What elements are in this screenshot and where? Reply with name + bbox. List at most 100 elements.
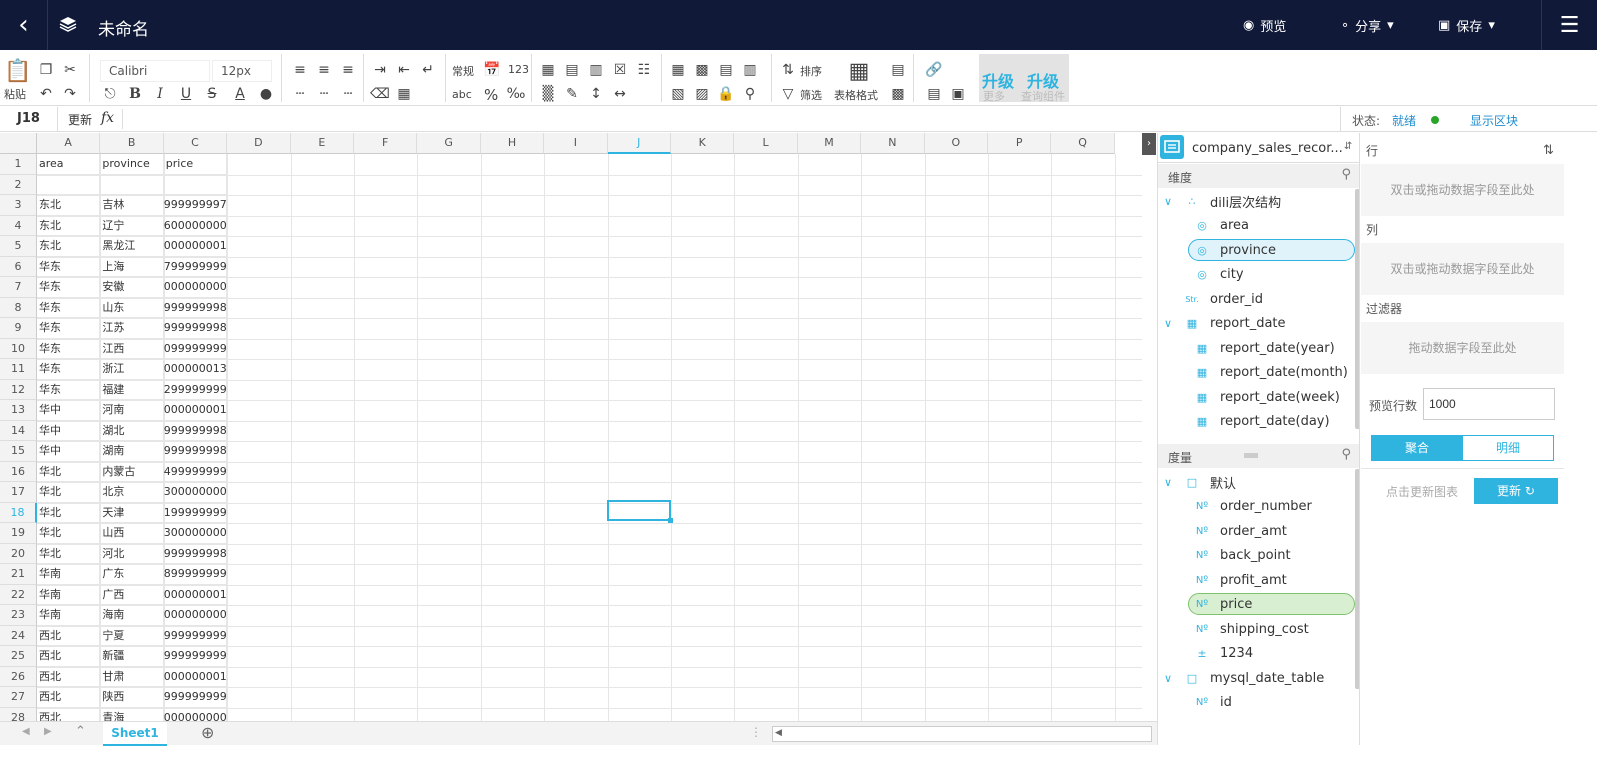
table-cell[interactable]: 福建 bbox=[100, 379, 164, 400]
table-cell[interactable]: 海南 bbox=[100, 605, 164, 626]
table-cell[interactable]: 华东 bbox=[37, 379, 101, 400]
row-header[interactable]: 17 bbox=[0, 482, 37, 503]
column-header[interactable]: I bbox=[544, 133, 608, 154]
field-item[interactable]: ∨ □ 默认 bbox=[1164, 471, 1236, 493]
table-cell[interactable]: 0000000018 bbox=[163, 584, 228, 605]
table-cell[interactable]: 东北 bbox=[37, 236, 101, 257]
cond-format-icon[interactable]: ▩ bbox=[888, 84, 908, 104]
sort-label[interactable]: 排序 bbox=[800, 63, 822, 79]
cell-reference[interactable]: J18 bbox=[0, 107, 58, 131]
decimal-icon[interactable]: ‰ bbox=[506, 84, 526, 104]
table-cell[interactable]: 山东 bbox=[100, 297, 164, 318]
table-cell[interactable]: 华北 bbox=[37, 482, 101, 503]
row-header[interactable]: 21 bbox=[0, 564, 37, 585]
table-cell[interactable]: 9999999977 bbox=[163, 195, 228, 216]
table-cell[interactable]: 华中 bbox=[37, 441, 101, 462]
table-cell[interactable]: 江西 bbox=[100, 338, 164, 359]
table-cell[interactable]: 7999999999 bbox=[163, 256, 228, 277]
delete-cells-icon[interactable]: ☒ bbox=[610, 60, 630, 80]
row-header[interactable]: 16 bbox=[0, 461, 37, 482]
table-cell[interactable]: 安徽 bbox=[100, 277, 164, 298]
fx-icon[interactable]: fx bbox=[101, 110, 114, 126]
table-cell[interactable]: 华东 bbox=[37, 277, 101, 298]
column-header[interactable]: M bbox=[797, 133, 862, 154]
field-item[interactable]: ▦ report_date(year) bbox=[1194, 337, 1335, 359]
field-item[interactable]: ∨ ∴ dili层次结构 bbox=[1164, 190, 1281, 212]
table-cell[interactable]: 上海 bbox=[100, 256, 164, 277]
table-cell[interactable]: 河北 bbox=[100, 543, 164, 564]
column-header[interactable]: J bbox=[607, 133, 671, 154]
table-cell[interactable]: province bbox=[100, 154, 164, 175]
swap-icon[interactable]: ⇅ bbox=[1543, 143, 1554, 158]
table-cell[interactable]: 华东 bbox=[37, 318, 101, 339]
table-cell[interactable]: 河南 bbox=[100, 400, 164, 421]
scroll-left-icon[interactable]: ◀ bbox=[775, 728, 782, 738]
table-cell[interactable]: 华东 bbox=[37, 338, 101, 359]
collapse-up-icon[interactable]: ⌃ bbox=[75, 724, 86, 739]
font-color-icon[interactable]: A bbox=[230, 84, 250, 104]
add-sheet-icon[interactable]: ⊕ bbox=[201, 723, 214, 742]
sort-icon[interactable]: ⇅ bbox=[778, 60, 798, 80]
field-item[interactable]: Nº profit_amt bbox=[1194, 569, 1287, 591]
table-cell[interactable]: 华北 bbox=[37, 523, 101, 544]
table-cell[interactable]: 2999999999 bbox=[163, 379, 228, 400]
table-cell[interactable]: 0999999999 bbox=[163, 338, 228, 359]
link-icon[interactable]: 🔗 bbox=[924, 60, 944, 80]
preview-rows-input[interactable] bbox=[1423, 388, 1555, 420]
date-format-icon[interactable]: 📅 bbox=[482, 60, 502, 80]
table-cell[interactable]: price bbox=[163, 154, 228, 175]
collapse-panel-button[interactable]: › bbox=[1142, 133, 1156, 155]
insert-column-icon[interactable]: ▥ bbox=[586, 60, 606, 80]
row-header[interactable]: 8 bbox=[0, 297, 37, 318]
number-format-123[interactable]: 123 bbox=[508, 63, 529, 76]
caret-down-icon[interactable]: ∨ bbox=[1164, 672, 1178, 685]
row-header[interactable]: 20 bbox=[0, 543, 37, 564]
wrap-text-icon[interactable]: ↵ bbox=[418, 60, 438, 80]
field-item[interactable]: Nº id bbox=[1194, 692, 1232, 714]
column-header[interactable]: F bbox=[354, 133, 418, 154]
table-cell[interactable]: 0000000003 bbox=[163, 605, 228, 626]
table-cell[interactable]: 华北 bbox=[37, 543, 101, 564]
row-header[interactable]: 27 bbox=[0, 687, 37, 708]
table-cell[interactable]: 新疆 bbox=[100, 646, 164, 667]
table-cell[interactable] bbox=[100, 174, 164, 195]
scroll-left-icon[interactable]: ◀ bbox=[22, 726, 30, 737]
row-header[interactable]: 9 bbox=[0, 318, 37, 339]
table-cell[interactable]: 华东 bbox=[37, 297, 101, 318]
table-cell[interactable]: 华东 bbox=[37, 256, 101, 277]
filter-icon[interactable]: ▽ bbox=[778, 84, 798, 104]
table-cell[interactable]: 青海 bbox=[100, 707, 164, 721]
bold-icon[interactable]: B bbox=[125, 84, 145, 104]
text-format-abc[interactable]: abc bbox=[452, 88, 472, 101]
table-cell[interactable]: 湖南 bbox=[100, 441, 164, 462]
column-header[interactable]: C bbox=[163, 133, 228, 154]
row-header[interactable]: 22 bbox=[0, 584, 37, 605]
search-icon[interactable]: ⚲ bbox=[1341, 167, 1351, 182]
table-cell[interactable]: 9999999986 bbox=[163, 441, 228, 462]
table-cell[interactable]: 西北 bbox=[37, 646, 101, 667]
column-header[interactable]: G bbox=[417, 133, 481, 154]
format-painter-icon[interactable]: ⎋ bbox=[100, 84, 120, 104]
table-cell[interactable]: 山西 bbox=[100, 523, 164, 544]
table-cell[interactable]: 天津 bbox=[100, 502, 164, 523]
row-header[interactable]: 15 bbox=[0, 441, 37, 462]
table-cell[interactable]: 华北 bbox=[37, 461, 101, 482]
aggregate-toggle[interactable]: 聚合 bbox=[1371, 435, 1463, 461]
row-header[interactable]: 18 bbox=[0, 502, 37, 523]
horizontal-scrollbar[interactable]: ◀ bbox=[772, 726, 1152, 742]
row-header[interactable]: 13 bbox=[0, 400, 37, 421]
percent-format[interactable]: % bbox=[484, 86, 498, 104]
indent-decrease-icon[interactable]: ⇤ bbox=[394, 60, 414, 80]
undo-icon[interactable]: ↶ bbox=[36, 84, 56, 104]
show-block-link[interactable]: 显示区块 bbox=[1470, 112, 1518, 129]
field-item[interactable]: ∨ ▦ report_date bbox=[1164, 313, 1286, 335]
font-name-select[interactable]: Calibri bbox=[100, 60, 210, 82]
table-cell[interactable]: 9999999994 bbox=[163, 625, 228, 646]
field-item[interactable]: Nº shipping_cost bbox=[1194, 618, 1309, 640]
column-header[interactable]: Q bbox=[1051, 133, 1115, 154]
row-header[interactable]: 2 bbox=[0, 174, 37, 195]
table-cell[interactable]: 西北 bbox=[37, 687, 101, 708]
table-cell[interactable]: 东北 bbox=[37, 195, 101, 216]
back-button[interactable]: ‹ bbox=[0, 0, 48, 50]
table-cell[interactable]: 内蒙古 bbox=[100, 461, 164, 482]
